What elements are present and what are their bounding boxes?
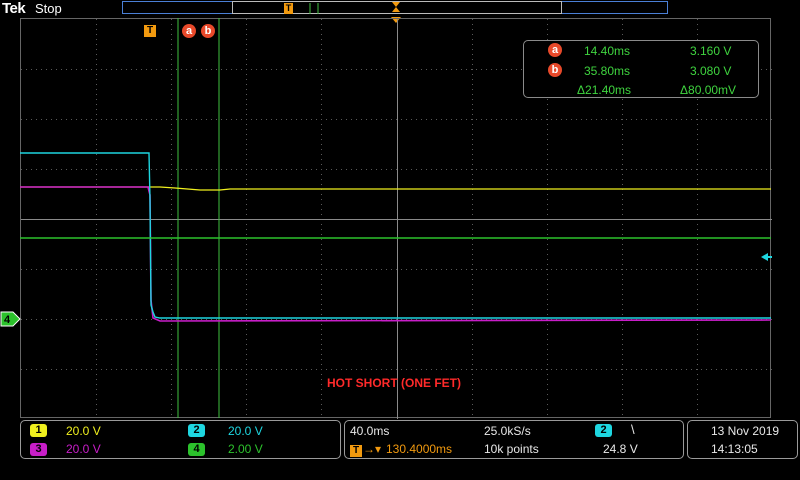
ch2-scale[interactable]: 20.0 V: [228, 424, 263, 438]
ch4-ground-marker[interactable]: 4: [0, 309, 22, 331]
trigger-position-t-icon: T: [350, 445, 362, 457]
ch4-badge[interactable]: 4: [188, 443, 205, 456]
ch4-ground-marker-label: 4: [4, 314, 11, 326]
channel-scale-panel: 1 20.0 V 2 20.0 V 3 20.0 V 4 2.00 V: [20, 420, 341, 459]
datetime-panel: 13 Nov 2019 14:13:05: [687, 420, 798, 459]
readout-a-time: 14.40ms: [584, 44, 631, 58]
trigger-slope-icon[interactable]: \: [631, 422, 635, 437]
timebase-trigger-panel[interactable]: 40.0ms 25.0kS/s T →▾ 130.4000ms 10k poin…: [344, 420, 684, 459]
ch3-scale[interactable]: 20.0 V: [66, 442, 101, 456]
sample-rate: 25.0kS/s: [484, 424, 531, 438]
ch3-trace: [20, 186, 772, 322]
readout-a-badge: a: [548, 43, 562, 57]
readout-a-value: 3.160 V: [690, 44, 732, 58]
trigger-position-arrow: →▾: [363, 442, 382, 456]
date-display: 13 Nov 2019: [711, 424, 780, 438]
cursor-b-badge[interactable]: b: [201, 24, 215, 38]
horizontal-scale[interactable]: 40.0ms: [350, 424, 389, 438]
ch2-trace: [20, 152, 771, 319]
record-length: 10k points: [484, 442, 539, 456]
ch3-badge[interactable]: 3: [30, 443, 47, 456]
ch4-scale[interactable]: 2.00 V: [228, 442, 263, 456]
cursor-readout-panel[interactable]: a 14.40ms 3.160 V b 35.80ms 3.080 V Δ21.…: [523, 40, 759, 98]
ch1-scale[interactable]: 20.0 V: [66, 424, 101, 438]
ch1-badge[interactable]: 1: [30, 424, 47, 437]
ch2-badge[interactable]: 2: [188, 424, 205, 437]
readout-b-value: 3.080 V: [690, 64, 732, 78]
trigger-marker[interactable]: T: [144, 25, 156, 37]
trigger-level[interactable]: 24.8 V: [603, 442, 638, 456]
readout-b-time: 35.80ms: [584, 64, 631, 78]
screen-annotation[interactable]: HOT SHORT (ONE FET): [327, 376, 461, 390]
cursor-a-badge[interactable]: a: [182, 24, 196, 38]
trigger-source-badge[interactable]: 2: [595, 424, 612, 437]
readout-b-badge: b: [548, 63, 562, 77]
trigger-position-value[interactable]: 130.4000ms: [386, 442, 452, 456]
readout-delta-value: Δ80.00mV: [680, 83, 737, 97]
readout-delta-time: Δ21.40ms: [577, 83, 632, 97]
time-display: 14:13:05: [711, 442, 758, 456]
trigger-level-arrow-icon: [761, 253, 768, 261]
